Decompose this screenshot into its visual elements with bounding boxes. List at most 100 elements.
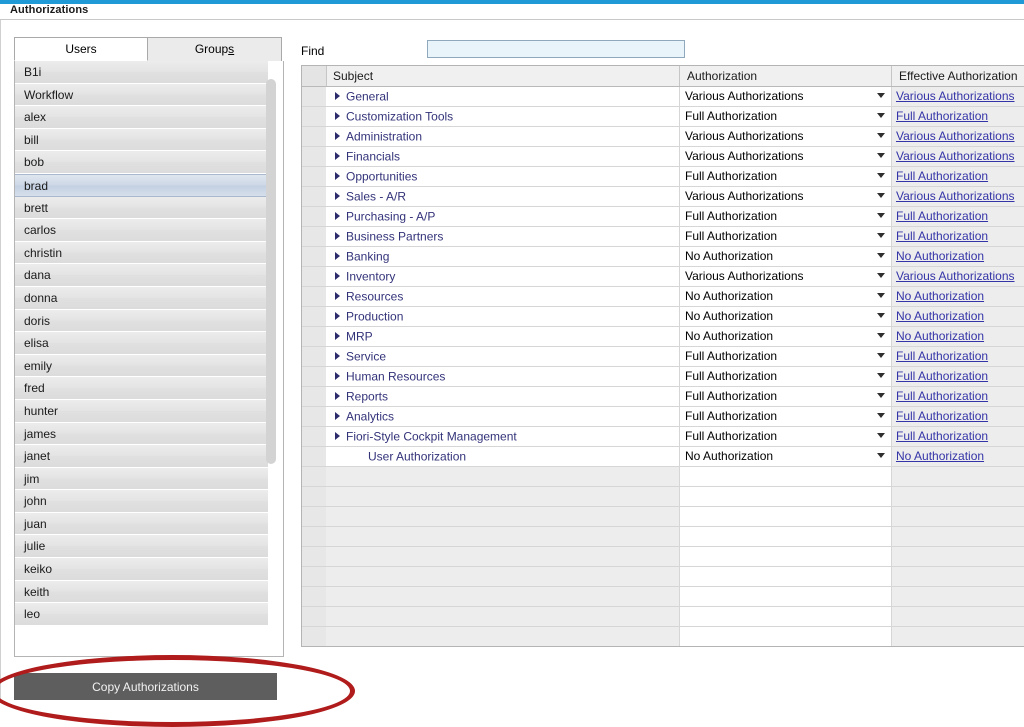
user-list-item[interactable]: hunter (15, 400, 268, 423)
effective-authorization-link[interactable]: No Authorization (896, 449, 984, 463)
row-selector-gutter[interactable] (302, 107, 327, 126)
user-list-item[interactable]: carlos (15, 219, 268, 242)
grid-row[interactable]: MRPNo AuthorizationNo Authorization (302, 327, 1024, 347)
effective-authorization-link[interactable]: Full Authorization (896, 169, 988, 183)
user-list-item[interactable]: fred (15, 377, 268, 400)
user-list-item[interactable]: julie (15, 535, 268, 558)
cell-authorization[interactable]: Various Authorizations (680, 147, 892, 166)
row-selector-gutter[interactable] (302, 407, 327, 426)
grid-row-empty[interactable] (302, 467, 1024, 487)
grid-row-empty[interactable] (302, 567, 1024, 587)
user-list-item[interactable]: bob (15, 151, 268, 174)
grid-row[interactable]: Customization ToolsFull AuthorizationFul… (302, 107, 1024, 127)
grid-row-empty[interactable] (302, 587, 1024, 607)
column-header-authorization[interactable]: Authorization (680, 66, 892, 86)
grid-row[interactable]: ProductionNo AuthorizationNo Authorizati… (302, 307, 1024, 327)
cell-subject[interactable]: Opportunities (326, 167, 680, 186)
row-selector-gutter[interactable] (302, 427, 327, 446)
row-selector-gutter[interactable] (302, 187, 327, 206)
effective-authorization-link[interactable]: No Authorization (896, 309, 984, 323)
effective-authorization-link[interactable]: Various Authorizations (896, 89, 1015, 103)
cell-authorization[interactable]: Various Authorizations (680, 87, 892, 106)
cell-subject[interactable]: Banking (326, 247, 680, 266)
cell-subject[interactable]: General (326, 87, 680, 106)
effective-authorization-link[interactable]: Full Authorization (896, 389, 988, 403)
effective-authorization-link[interactable]: Various Authorizations (896, 269, 1015, 283)
row-selector-gutter[interactable] (302, 167, 327, 186)
grid-row-empty[interactable] (302, 527, 1024, 547)
row-selector-gutter[interactable] (302, 227, 327, 246)
effective-authorization-link[interactable]: Full Authorization (896, 349, 988, 363)
expand-triangle-icon[interactable] (335, 432, 340, 440)
effective-authorization-link[interactable]: Full Authorization (896, 369, 988, 383)
cell-authorization[interactable]: Various Authorizations (680, 267, 892, 286)
effective-authorization-link[interactable]: Full Authorization (896, 209, 988, 223)
chevron-down-icon[interactable] (877, 273, 885, 278)
grid-row-empty[interactable] (302, 487, 1024, 507)
grid-row[interactable]: FinancialsVarious AuthorizationsVarious … (302, 147, 1024, 167)
expand-triangle-icon[interactable] (335, 152, 340, 160)
row-selector-gutter[interactable] (302, 347, 327, 366)
grid-row[interactable]: ReportsFull AuthorizationFull Authorizat… (302, 387, 1024, 407)
user-list-item[interactable]: keith (15, 581, 268, 604)
cell-authorization[interactable]: Full Authorization (680, 387, 892, 406)
effective-authorization-link[interactable]: Full Authorization (896, 429, 988, 443)
user-list-item[interactable]: john (15, 490, 268, 513)
chevron-down-icon[interactable] (877, 133, 885, 138)
column-header-subject[interactable]: Subject (326, 66, 680, 86)
grid-row[interactable]: User AuthorizationNo AuthorizationNo Aut… (302, 447, 1024, 467)
grid-row[interactable]: Fiori-Style Cockpit ManagementFull Autho… (302, 427, 1024, 447)
grid-row-empty[interactable] (302, 627, 1024, 647)
cell-subject[interactable]: Human Resources (326, 367, 680, 386)
user-list-item[interactable]: emily (15, 355, 268, 378)
cell-subject[interactable]: Customization Tools (326, 107, 680, 126)
expand-triangle-icon[interactable] (335, 112, 340, 120)
chevron-down-icon[interactable] (877, 173, 885, 178)
user-list-item[interactable]: B1i (15, 61, 268, 84)
cell-authorization[interactable]: Various Authorizations (680, 127, 892, 146)
chevron-down-icon[interactable] (877, 353, 885, 358)
chevron-down-icon[interactable] (877, 373, 885, 378)
effective-authorization-link[interactable]: Full Authorization (896, 409, 988, 423)
row-selector-gutter[interactable] (302, 307, 327, 326)
chevron-down-icon[interactable] (877, 113, 885, 118)
expand-triangle-icon[interactable] (335, 212, 340, 220)
user-list-item[interactable]: donna (15, 287, 268, 310)
user-list-item[interactable]: alex (15, 106, 268, 129)
find-input[interactable] (427, 40, 685, 58)
user-list-item[interactable]: brad (15, 174, 268, 197)
user-list-item[interactable]: brett (15, 197, 268, 220)
effective-authorization-link[interactable]: Full Authorization (896, 229, 988, 243)
row-selector-gutter[interactable] (302, 327, 327, 346)
expand-triangle-icon[interactable] (335, 292, 340, 300)
chevron-down-icon[interactable] (877, 393, 885, 398)
expand-triangle-icon[interactable] (335, 332, 340, 340)
user-list-item[interactable]: christin (15, 242, 268, 265)
grid-row[interactable]: Purchasing - A/PFull AuthorizationFull A… (302, 207, 1024, 227)
expand-triangle-icon[interactable] (335, 272, 340, 280)
cell-subject[interactable]: Sales - A/R (326, 187, 680, 206)
column-header-effective-authorization[interactable]: Effective Authorization (892, 66, 1024, 86)
cell-subject[interactable]: Purchasing - A/P (326, 207, 680, 226)
grid-row[interactable]: AnalyticsFull AuthorizationFull Authoriz… (302, 407, 1024, 427)
user-list-item[interactable]: doris (15, 310, 268, 333)
grid-row[interactable]: AdministrationVarious AuthorizationsVari… (302, 127, 1024, 147)
chevron-down-icon[interactable] (877, 433, 885, 438)
cell-authorization[interactable]: Full Authorization (680, 167, 892, 186)
cell-authorization[interactable]: No Authorization (680, 287, 892, 306)
effective-authorization-link[interactable]: Various Authorizations (896, 189, 1015, 203)
expand-triangle-icon[interactable] (335, 392, 340, 400)
cell-subject[interactable]: Financials (326, 147, 680, 166)
grid-row-empty[interactable] (302, 507, 1024, 527)
row-selector-gutter[interactable] (302, 267, 327, 286)
grid-row[interactable]: GeneralVarious AuthorizationsVarious Aut… (302, 87, 1024, 107)
user-list-item[interactable]: dana (15, 264, 268, 287)
chevron-down-icon[interactable] (877, 153, 885, 158)
expand-triangle-icon[interactable] (335, 372, 340, 380)
expand-triangle-icon[interactable] (335, 232, 340, 240)
cell-authorization[interactable]: Full Authorization (680, 427, 892, 446)
cell-authorization[interactable]: Full Authorization (680, 407, 892, 426)
cell-subject[interactable]: Production (326, 307, 680, 326)
user-list-item[interactable]: keiko (15, 558, 268, 581)
user-list-item[interactable]: bill (15, 129, 268, 152)
